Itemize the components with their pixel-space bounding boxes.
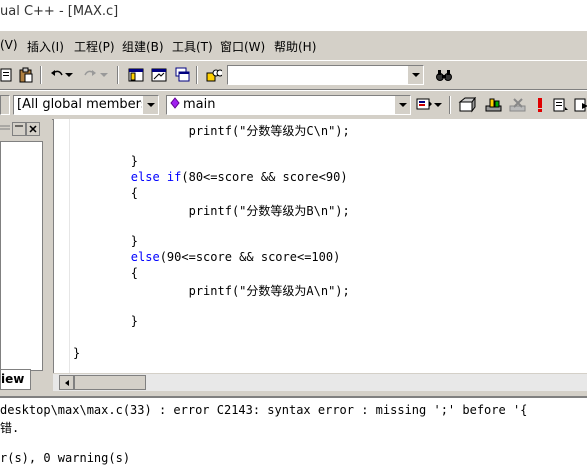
code-line: printf("分数等级为C\n");	[73, 122, 350, 139]
menu-view[interactable]: (V)	[0, 38, 18, 52]
code-line: {	[73, 266, 138, 280]
output-line: desktop\max\max.c(33) : error C2143: syn…	[0, 403, 528, 417]
menu-insert[interactable]: 插入(I)	[27, 38, 64, 55]
code-line: }	[73, 346, 80, 360]
code-line: }	[73, 154, 138, 168]
redo-icon[interactable]	[80, 65, 100, 85]
code-text: {	[73, 266, 139, 280]
workspace-icon[interactable]	[126, 65, 146, 85]
window-title: ual C++ - [MAX.c]	[0, 4, 119, 19]
function-combo-value: main	[183, 97, 216, 112]
code-text: (90<=score && score<=100)	[159, 250, 341, 264]
output-line: r(s), 0 warning(s)	[0, 451, 131, 465]
toolbar-separator	[196, 66, 198, 84]
function-combo-dropdown[interactable]	[394, 96, 410, 114]
wizard-action-icon[interactable]	[414, 95, 434, 115]
execute-icon[interactable]	[530, 95, 550, 115]
arrow-left-icon	[64, 379, 69, 386]
code-text: (80<=score && score<90)	[181, 170, 348, 184]
menu-window[interactable]: 窗口(W)	[220, 38, 265, 55]
output-line: 错.	[0, 421, 20, 435]
code-line: else if(80<=score && score<90)	[73, 170, 348, 184]
standard-toolbar	[0, 60, 587, 90]
code-text: }	[73, 154, 139, 168]
find-combo[interactable]	[227, 65, 424, 85]
workspace-tree[interactable]	[0, 141, 43, 371]
output-window-icon[interactable]	[149, 65, 169, 85]
scroll-thumb[interactable]	[74, 375, 146, 390]
new-file-icon[interactable]	[0, 65, 16, 85]
find-combo-dropdown[interactable]	[407, 66, 423, 84]
code-text: printf("分数等级为C\n");	[73, 124, 350, 138]
title-bar: ual C++ - [MAX.c]	[0, 0, 587, 30]
code-keyword: else if	[130, 170, 182, 184]
code-line: }	[73, 234, 138, 248]
menu-bar: (V) 插入(I) 工程(P) 组建(B) 工具(T) 窗口(W) 帮助(H)	[0, 30, 587, 61]
workspace-close-icon[interactable]	[26, 122, 40, 136]
compile-icon[interactable]	[457, 95, 477, 115]
window-list-icon[interactable]	[172, 65, 192, 85]
wizard-toolbar: [All global members main	[0, 90, 587, 120]
scope-combo-value: [All global members	[17, 97, 148, 112]
toolbar-separator	[117, 66, 119, 84]
code-line: printf("分数等级为A\n");	[73, 282, 350, 299]
go-icon[interactable]	[572, 95, 587, 115]
undo-dropdown-icon[interactable]	[63, 65, 75, 85]
editor-horizontal-scrollbar[interactable]	[53, 374, 587, 391]
build-icon[interactable]	[484, 95, 504, 115]
fileview-tab[interactable]: iew	[0, 369, 31, 390]
scope-combo-dropdown[interactable]	[142, 96, 158, 114]
editor-gutter	[54, 119, 70, 373]
redo-dropdown-icon[interactable]	[98, 65, 110, 85]
code-text: printf("分数等级为A\n");	[73, 284, 350, 298]
code-line: else(90<=score && score<=100)	[73, 250, 341, 264]
toolbar-separator	[40, 66, 42, 84]
function-icon	[170, 96, 180, 114]
code-line: {	[73, 186, 138, 200]
clipboard-icon[interactable]	[16, 65, 36, 85]
code-text: }	[73, 234, 139, 248]
scope-combo[interactable]: [All global members	[13, 95, 159, 115]
code-line: }	[73, 314, 138, 328]
menu-tools[interactable]: 工具(T)	[172, 38, 213, 55]
code-keyword: else	[130, 250, 160, 264]
menu-project[interactable]: 工程(P)	[74, 38, 115, 55]
function-combo[interactable]: main	[166, 95, 411, 115]
code-text: }	[73, 346, 81, 360]
code-line: printf("分数等级为B\n");	[73, 202, 350, 219]
code-text: printf("分数等级为B\n");	[73, 204, 350, 218]
workspace-pane	[0, 119, 52, 390]
find-icon[interactable]	[434, 65, 454, 85]
menu-build[interactable]: 组建(B)	[122, 38, 164, 55]
find-in-files-icon[interactable]	[204, 65, 224, 85]
insert-breakpoint-icon[interactable]	[551, 95, 571, 115]
wizard-action-dropdown-icon[interactable]	[432, 95, 444, 115]
toolbar-separator	[449, 96, 451, 114]
workspace-maximize-icon[interactable]	[12, 122, 26, 136]
code-editor[interactable]: printf("分数等级为C\n"); } else if(80<=score …	[53, 119, 587, 373]
code-text: }	[73, 314, 139, 328]
stop-build-icon[interactable]	[508, 95, 528, 115]
class-combo-stub[interactable]	[0, 95, 10, 115]
code-text: {	[73, 186, 139, 200]
scroll-left-button[interactable]	[59, 375, 74, 390]
menu-help[interactable]: 帮助(H)	[274, 38, 316, 55]
workspace-header	[0, 122, 40, 136]
output-window[interactable]: desktop\max\max.c(33) : error C2143: syn…	[0, 396, 587, 475]
